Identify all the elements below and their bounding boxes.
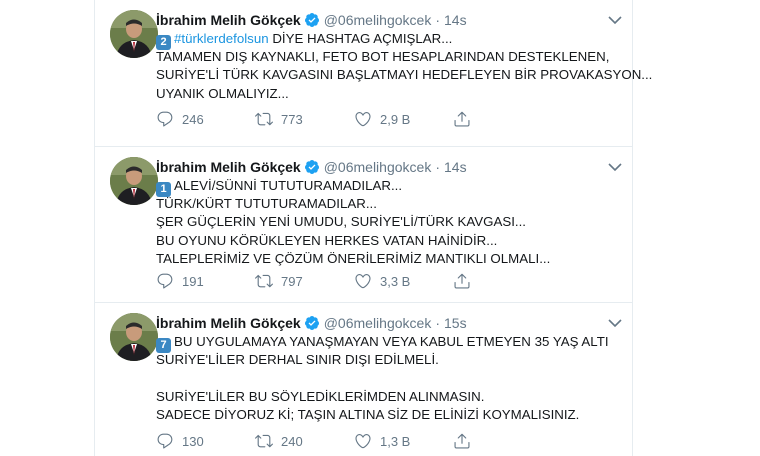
- reply-button[interactable]: 191: [156, 272, 255, 290]
- share-button[interactable]: [453, 432, 479, 450]
- like-count: 1,3 B: [380, 433, 411, 449]
- verified-badge-icon: [304, 12, 320, 28]
- tweet-line-text: DİYE HASHTAG AÇMIŞLAR...: [268, 31, 453, 46]
- heart-icon: [355, 434, 371, 449]
- tweet-line: SURİYE'LİLER BU SÖYLEDİKLERİMDEN ALINMAS…: [156, 388, 485, 404]
- timestamp[interactable]: 15s: [444, 315, 467, 331]
- heart-icon: [355, 112, 371, 127]
- share-icon: [454, 111, 470, 127]
- author-handle[interactable]: @06melihgokcek: [324, 315, 432, 331]
- tweet-actions: 191 797 3,3 B: [156, 271, 479, 291]
- retweet-count: 797: [281, 273, 303, 289]
- tweet-line: ŞER GÜÇLERİN YENİ UMUDU, SURİYE'Lİ/TÜRK …: [156, 214, 527, 230]
- heart-icon: [355, 274, 371, 289]
- separator-dot: ·: [435, 315, 440, 331]
- tweet[interactable]: İbrahim Melih Gökçek @06melihgokcek · 15…: [95, 303, 632, 456]
- verified-badge-icon: [304, 315, 320, 331]
- tweet-line: TÜRK/KÜRT TUTUTURAMADILAR...: [156, 196, 377, 212]
- like-count: 2,9 B: [380, 111, 411, 127]
- tweet-header: İbrahim Melih Gökçek @06melihgokcek · 14…: [156, 158, 467, 176]
- like-button[interactable]: 3,3 B: [354, 272, 453, 290]
- retweet-button[interactable]: 773: [255, 110, 354, 128]
- retweet-icon: [255, 112, 273, 126]
- tweet-line-text: ALEVİ/SÜNNİ TUTUTURAMADILAR...: [174, 178, 403, 193]
- share-icon: [454, 273, 470, 289]
- tweet-text: 7 BU UYGULAMAYA YANAŞMAYAN VEYA KABUL ETM…: [156, 333, 616, 424]
- author-handle[interactable]: @06melihgokcek: [324, 159, 432, 175]
- tweet-line: SURİYE'Lİ TÜRK KAVGASINI BAŞLATMAYI HEDE…: [156, 67, 653, 83]
- retweet-icon: [255, 274, 273, 288]
- tweet[interactable]: İbrahim Melih Gökçek @06melihgokcek · 14…: [95, 147, 632, 303]
- reply-count: 191: [182, 273, 204, 289]
- like-button[interactable]: 1,3 B: [354, 432, 453, 450]
- tweet-line: TAMAMEN DIŞ KAYNAKLI, FETO BOT HESAPLARI…: [156, 49, 610, 65]
- tweet-line: 2 #türklerdefolsun DİYE HASHTAG AÇMIŞLAR.…: [156, 30, 616, 50]
- avatar[interactable]: [110, 157, 158, 205]
- tweet-actions: 246 773 2,9 B: [156, 109, 479, 129]
- like-count: 3,3 B: [380, 273, 411, 289]
- tweet-line: UYANIK OLMALIYIZ...: [156, 85, 289, 101]
- tweet-line: 7 BU UYGULAMAYA YANAŞMAYAN VEYA KABUL ETM…: [156, 333, 616, 353]
- separator-dot: ·: [435, 159, 440, 175]
- tweet-header: İbrahim Melih Gökçek @06melihgokcek · 15…: [156, 314, 467, 332]
- retweet-count: 240: [281, 433, 303, 449]
- reply-button[interactable]: 246: [156, 110, 255, 128]
- share-icon: [454, 433, 470, 449]
- chevron-down-icon[interactable]: [608, 315, 622, 328]
- like-button[interactable]: 2,9 B: [354, 110, 453, 128]
- tweet-line: TALEPLERİMİZ VE ÇÖZÜM ÖNERİLERİMİZ MANTI…: [156, 250, 551, 266]
- avatar[interactable]: [110, 10, 158, 58]
- retweet-icon: [255, 434, 273, 448]
- share-button[interactable]: [453, 272, 479, 290]
- reply-icon: [157, 273, 173, 289]
- timeline: İbrahim Melih Gökçek @06melihgokcek · 14…: [94, 0, 653, 456]
- tweet-header: İbrahim Melih Gökçek @06melihgokcek · 14…: [156, 11, 467, 29]
- avatar[interactable]: [110, 313, 158, 361]
- tweet-actions: 130 240 1,3 B: [156, 431, 479, 451]
- tweet[interactable]: İbrahim Melih Gökçek @06melihgokcek · 14…: [95, 0, 653, 147]
- retweet-button[interactable]: 240: [255, 432, 354, 450]
- retweet-count: 773: [281, 111, 303, 127]
- chevron-down-icon[interactable]: [608, 159, 622, 172]
- verified-badge-icon: [304, 159, 320, 175]
- reply-button[interactable]: 130: [156, 432, 255, 450]
- timestamp[interactable]: 14s: [444, 159, 467, 175]
- chevron-down-icon[interactable]: [608, 12, 622, 25]
- tweet-line-text: BU UYGULAMAYA YANAŞMAYAN VEYA KABUL ETME…: [174, 334, 609, 349]
- separator-dot: ·: [435, 12, 440, 28]
- tweet-text: 2 #türklerdefolsun DİYE HASHTAG AÇMIŞLAR.…: [156, 30, 653, 103]
- share-button[interactable]: [453, 110, 479, 128]
- tweet-line: BU OYUNU KÖRÜKLEYEN HERKES VATAN HAİNİDİ…: [156, 232, 498, 248]
- reply-icon: [157, 433, 173, 449]
- author-name[interactable]: İbrahim Melih Gökçek: [156, 12, 301, 28]
- tweet-line: 1 ALEVİ/SÜNNİ TUTUTURAMADILAR...: [156, 177, 616, 197]
- hashtag-link[interactable]: #türklerdefolsun: [174, 31, 269, 46]
- tweet-text: 1 ALEVİ/SÜNNİ TUTUTURAMADILAR... TÜRK/KÜR…: [156, 177, 616, 268]
- author-name[interactable]: İbrahim Melih Gökçek: [156, 315, 301, 331]
- tweet-line: SADECE DİYORUZ Kİ; TAŞIN ALTINA SİZ DE E…: [156, 406, 580, 422]
- author-name[interactable]: İbrahim Melih Gökçek: [156, 159, 301, 175]
- tweet-line: SURİYE'LİLER DERHAL SINIR DIŞI EDİLMELİ.: [156, 352, 439, 368]
- reply-icon: [157, 111, 173, 127]
- retweet-button[interactable]: 797: [255, 272, 354, 290]
- reply-count: 246: [182, 111, 204, 127]
- author-handle[interactable]: @06melihgokcek: [324, 12, 432, 28]
- reply-count: 130: [182, 433, 204, 449]
- timestamp[interactable]: 14s: [444, 12, 467, 28]
